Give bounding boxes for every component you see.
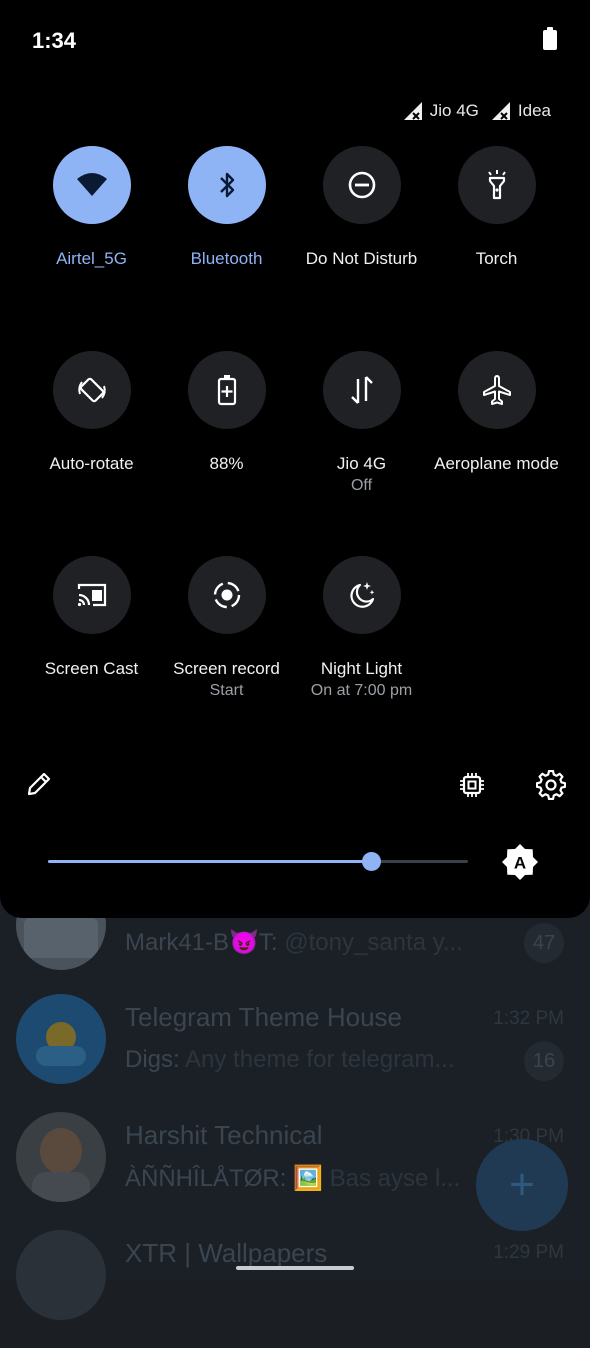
chat-preview-line: Digs: Any theme for telegram... (125, 1046, 455, 1073)
mobile-data-icon[interactable] (322, 351, 401, 429)
chat-row[interactable]: Telegram Theme House 1:32 PM Digs: Any t… (0, 994, 590, 1112)
tile-status: Start (209, 682, 244, 699)
avatar (16, 1112, 106, 1202)
tile-screen-record[interactable]: Screen record Start (159, 556, 294, 702)
tile-label: Airtel_5G (56, 249, 127, 268)
signal-off-icon (491, 102, 510, 120)
auto-rotate-icon[interactable] (52, 351, 131, 429)
tile-label: Auto-rotate (49, 454, 134, 473)
screen-record-icon[interactable] (187, 556, 266, 634)
signal-off-icon (403, 102, 422, 120)
do-not-disturb-icon[interactable] (322, 146, 401, 224)
tile-label: Night Light (320, 659, 403, 678)
slider-fill (48, 860, 372, 863)
chat-time: 1:29 PM (493, 1242, 564, 1263)
tile-auto-rotate[interactable]: Auto-rotate (24, 351, 159, 475)
tile-label: Screen Cast (44, 659, 139, 678)
battery-saver-icon[interactable] (187, 351, 266, 429)
cpu-icon[interactable] (459, 772, 485, 798)
unread-badge: 47 (524, 923, 564, 963)
airplane-icon[interactable] (457, 351, 536, 429)
cast-icon[interactable] (52, 556, 131, 634)
tile-screen-cast[interactable]: Screen Cast (24, 556, 159, 680)
tile-label: Bluetooth (190, 249, 263, 268)
gear-icon[interactable] (536, 770, 566, 800)
chat-row[interactable]: XTR | Wallpapers 1:29 PM (0, 1230, 590, 1348)
carrier-idea: Idea (491, 101, 551, 121)
carrier-name: Jio 4G (429, 101, 479, 120)
tile-label: Screen record (173, 659, 280, 678)
tile-status: On at 7:00 pm (310, 682, 413, 699)
tile-bluetooth[interactable]: Bluetooth (159, 146, 294, 270)
tile-wifi[interactable]: Airtel_5G (24, 146, 159, 270)
chat-title: Harshit Technical (125, 1120, 323, 1150)
tile-label: Jio 4G (336, 454, 387, 473)
tile-airplane-mode[interactable]: Aeroplane mode (429, 351, 564, 475)
tile-label: Aeroplane mode (434, 454, 559, 473)
quick-settings-panel: 1:34 Jio 4G Idea Airtel_5G Bluetooth Do … (0, 0, 590, 918)
tile-battery-saver[interactable]: 88% (159, 351, 294, 475)
unread-badge: 16 (524, 1041, 564, 1081)
chat-time: 1:32 PM (493, 1008, 564, 1029)
tile-night-light[interactable]: Night Light On at 7:00 pm (294, 556, 429, 702)
battery-icon (543, 27, 557, 50)
chat-preview-line: Mark41-B😈T: @tony_santa y... (125, 929, 463, 956)
navigation-handle[interactable] (236, 1266, 354, 1270)
bluetooth-icon[interactable] (187, 146, 266, 224)
status-time: 1:34 (32, 28, 77, 53)
auto-brightness-letter: A (514, 854, 526, 873)
carrier-name: Idea (517, 101, 551, 120)
tile-label: 88% (209, 454, 244, 473)
carrier-info: Jio 4G Idea (391, 101, 551, 121)
slider-thumb[interactable] (362, 852, 382, 871)
avatar (16, 1230, 106, 1320)
tile-label: Do Not Disturb (305, 249, 418, 268)
chat-title: XTR | Wallpapers (125, 1238, 328, 1268)
chat-title: Telegram Theme House (125, 1002, 402, 1032)
edit-icon[interactable] (25, 770, 53, 798)
tile-do-not-disturb[interactable]: Do Not Disturb (294, 146, 429, 270)
torch-icon[interactable] (457, 146, 536, 224)
wifi-icon[interactable] (52, 146, 131, 224)
carrier-jio: Jio 4G (403, 101, 479, 121)
auto-brightness-icon[interactable]: A (501, 843, 539, 881)
tile-label: Torch (475, 249, 518, 268)
night-light-icon[interactable] (322, 556, 401, 634)
chat-preview-line: ÀÑÑHÎLÅTØR: 🖼️ Bas ayse l... (125, 1165, 461, 1192)
brightness-slider[interactable] (48, 850, 468, 874)
tile-torch[interactable]: Torch (429, 146, 564, 270)
avatar (16, 994, 106, 1084)
new-message-button[interactable]: + (476, 1139, 568, 1231)
tile-status: Off (350, 477, 373, 494)
tile-mobile-data[interactable]: Jio 4G Off (294, 351, 429, 497)
